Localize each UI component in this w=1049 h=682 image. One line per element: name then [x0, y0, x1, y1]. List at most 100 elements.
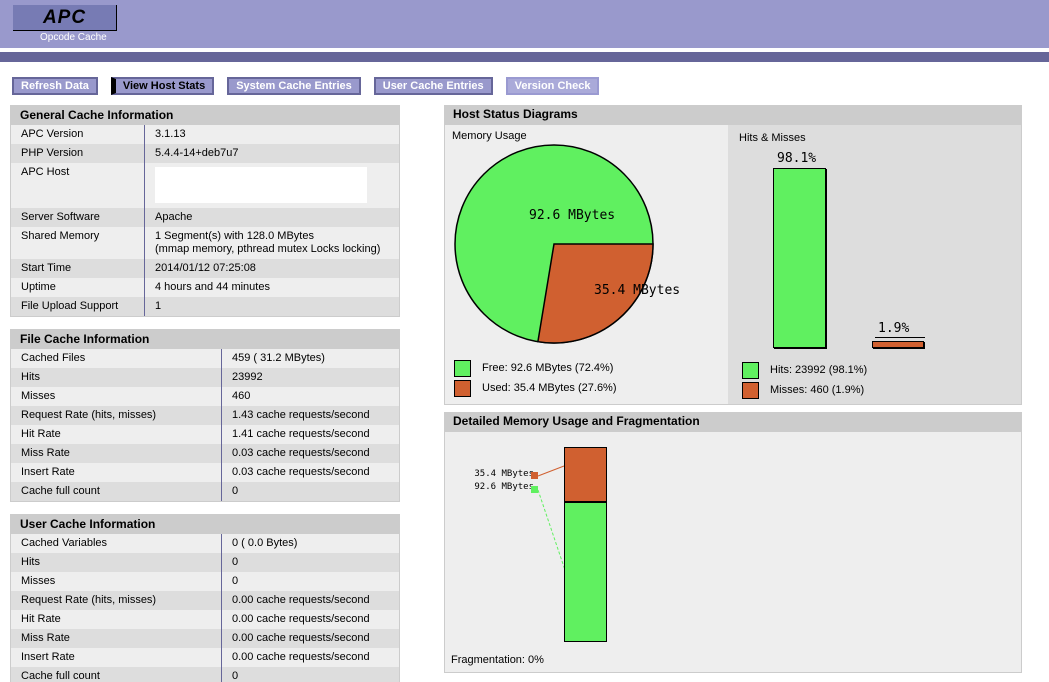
menu-item: System Cache Entries: [227, 77, 361, 95]
left-column: General Cache Information APC Version 3.1…: [10, 105, 400, 682]
host-status-body: Memory Usage 92.6 MBytes 35.4 MBytes Fre…: [444, 124, 1022, 405]
row-value: 0: [232, 670, 239, 682]
free-swatch-icon: [454, 359, 471, 377]
legend-row-misses: Misses: 460 (1.9%): [742, 380, 867, 400]
free-marker-icon: [531, 486, 538, 493]
menu-button-system-cache-entries[interactable]: System Cache Entries: [227, 77, 361, 95]
menu: Refresh Data View Host Stats System Cache …: [10, 77, 1049, 95]
detail-free-label: 92.6 MBytes: [474, 482, 534, 492]
table-row: Request Rate (hits, misses) 1.43 cache re…: [11, 406, 399, 425]
row-label: Misses: [11, 387, 222, 406]
row-label: Start Time: [11, 259, 145, 278]
table-row: Misses 460: [11, 387, 399, 406]
table-row: APC Host: [11, 163, 399, 208]
row-value: 0: [232, 556, 239, 568]
redacted-host-box: [155, 167, 367, 203]
general-cache-table: APC Version 3.1.13 PHP Version 5.4.4-14+deb…: [11, 125, 399, 316]
hits-bar-value-label: 98.1%: [777, 151, 817, 166]
menu-item: View Host Stats: [110, 77, 215, 95]
panel-title: Host Status Diagrams: [444, 105, 1022, 124]
row-label: Hits: [11, 368, 222, 387]
legend-row-used: Used: 35.4 MBytes (27.6%): [454, 378, 617, 398]
row-value: 2014/01/12 07:25:08: [155, 262, 256, 274]
row-value: 460: [232, 390, 251, 402]
misses-bar: [872, 341, 924, 348]
row-value: 459 ( 31.2 MBytes): [232, 352, 325, 364]
row-value: 1: [155, 300, 162, 312]
table-row: Hit Rate 0.00 cache requests/second: [11, 610, 399, 629]
table-row: Cached Files 459 ( 31.2 MBytes): [11, 349, 399, 368]
row-value: 0.03 cache requests/second: [232, 447, 370, 459]
row-value: 3.1.13: [155, 128, 186, 140]
table-row: Insert Rate 0.00 cache requests/second: [11, 648, 399, 667]
panel-title: General Cache Information: [11, 106, 399, 125]
row-value: 1 Segment(s) with 128.0 MBytes (mmap memo…: [155, 230, 381, 255]
row-value: 4 hours and 44 minutes: [155, 281, 270, 293]
table-row: Misses 0: [11, 572, 399, 591]
user-cache-panel: User Cache Information Cached Variables 0…: [10, 514, 400, 682]
menu-button-refresh-data[interactable]: Refresh Data: [12, 77, 98, 95]
table-row: File Upload Support 1: [11, 297, 399, 316]
row-value: Apache: [155, 211, 193, 223]
file-cache-table: Cached Files 459 ( 31.2 MBytes) Hits 23992 M…: [11, 349, 399, 501]
table-row: Hit Rate 1.41 cache requests/second: [11, 425, 399, 444]
content-area: Refresh Data View Host Stats System Cache …: [0, 77, 1049, 682]
row-label: Cache full count: [11, 482, 222, 501]
pie-used-value-label: 35.4 MBytes: [594, 283, 681, 298]
memory-legend: Free: 92.6 MBytes (72.4%) Used: 35.4 MBy…: [454, 358, 617, 398]
row-value: 0.00 cache requests/second: [232, 651, 370, 663]
table-row: Shared Memory 1 Segment(s) with 128.0 MBy…: [11, 227, 399, 259]
row-label: APC Version: [11, 125, 145, 144]
detail-used-label: 35.4 MBytes: [474, 469, 534, 479]
apc-logo[interactable]: APC: [13, 5, 117, 31]
table-row: Uptime 4 hours and 44 minutes: [11, 278, 399, 297]
legend-row-free: Free: 92.6 MBytes (72.4%): [454, 358, 617, 378]
row-label: Miss Rate: [11, 444, 222, 463]
stack-used-segment: [565, 448, 606, 503]
row-label: Shared Memory: [11, 227, 145, 259]
used-marker-icon: [531, 472, 538, 479]
panel-title: User Cache Information: [11, 515, 399, 534]
host-status-panel: Host Status Diagrams Memory Usage 92.6 M…: [444, 105, 1022, 405]
row-label: Server Software: [11, 208, 145, 227]
row-label: PHP Version: [11, 144, 145, 163]
row-value: 23992: [232, 371, 263, 383]
menu-button-version-check[interactable]: Version Check: [505, 77, 600, 95]
row-value: 1.43 cache requests/second: [232, 409, 370, 421]
menu-item: Refresh Data: [12, 77, 98, 95]
table-row: Miss Rate 0.00 cache requests/second: [11, 629, 399, 648]
fragmentation-label: Fragmentation: 0%: [451, 654, 544, 666]
table-row: Insert Rate 0.03 cache requests/second: [11, 463, 399, 482]
menu-button-view-host-stats[interactable]: View Host Stats: [110, 77, 215, 95]
misses-bar-value-label: 1.9%: [875, 321, 925, 338]
general-cache-panel: General Cache Information APC Version 3.1…: [10, 105, 400, 317]
row-value: 0: [232, 575, 239, 587]
row-label: Hit Rate: [11, 425, 222, 444]
menu-item: User Cache Entries: [373, 77, 493, 95]
row-label: Insert Rate: [11, 648, 222, 667]
apc-page: APC Opcode Cache Refresh Data View Host S…: [0, 0, 1049, 682]
table-row: Request Rate (hits, misses) 0.00 cache re…: [11, 591, 399, 610]
page-header: APC Opcode Cache: [0, 0, 1049, 48]
file-cache-panel: File Cache Information Cached Files 459 (…: [10, 329, 400, 502]
row-label: Uptime: [11, 278, 145, 297]
panel-title: Detailed Memory Usage and Fragmentation: [444, 412, 1022, 431]
table-row: Start Time 2014/01/12 07:25:08: [11, 259, 399, 278]
user-cache-table: Cached Variables 0 ( 0.0 Bytes) Hits 0 Misse…: [11, 534, 399, 682]
legend-text: Misses: 460 (1.9%): [770, 384, 865, 396]
row-value: 0.00 cache requests/second: [232, 594, 370, 606]
detail-value-labels: 35.4 MBytes 92.6 MBytes: [462, 468, 534, 494]
hits-legend: Hits: 23992 (98.1%) Misses: 460 (1.9%): [742, 360, 867, 400]
legend-text: Hits: 23992 (98.1%): [770, 364, 868, 376]
memory-stack-bar: [564, 447, 607, 642]
misses-swatch-icon: [742, 381, 759, 399]
panel-title: File Cache Information: [11, 330, 399, 349]
row-value: 0: [232, 485, 239, 497]
row-label: Cached Variables: [11, 534, 222, 553]
legend-text: Used: 35.4 MBytes (27.6%): [482, 382, 617, 394]
menu-button-user-cache-entries[interactable]: User Cache Entries: [373, 77, 493, 95]
legend-row-hits: Hits: 23992 (98.1%): [742, 360, 867, 380]
stack-free-segment: [565, 503, 606, 641]
pie-free-value-label: 92.6 MBytes: [529, 208, 616, 223]
detailed-memory-panel: Detailed Memory Usage and Fragmentation …: [444, 412, 1022, 673]
